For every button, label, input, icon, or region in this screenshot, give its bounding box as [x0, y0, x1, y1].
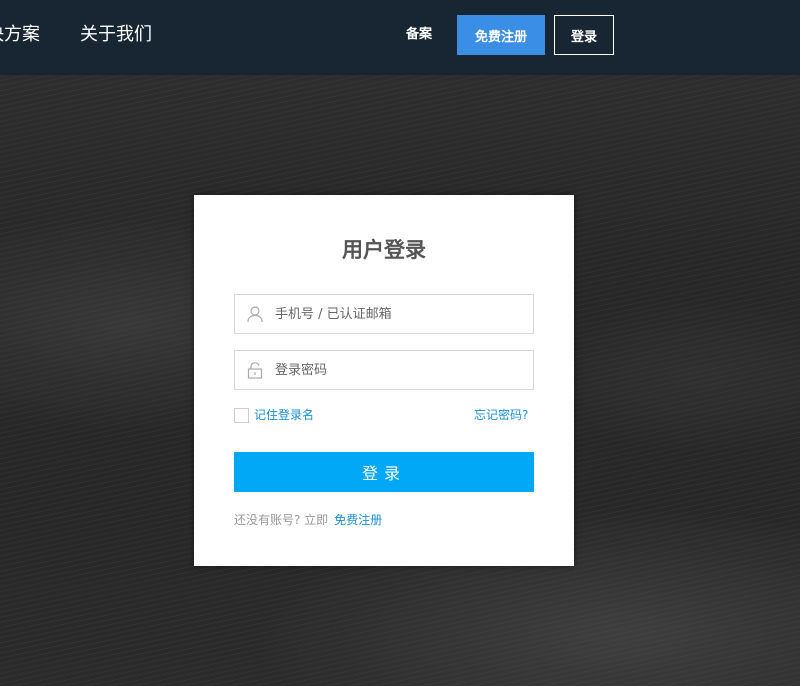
lock-icon	[247, 362, 263, 379]
signup-prompt-text: 还没有账号? 立即	[234, 513, 329, 527]
nav-about-us[interactable]: 关于我们	[80, 22, 152, 48]
beian-link[interactable]: 备案	[406, 25, 432, 45]
free-register-button[interactable]: 免费注册	[457, 15, 545, 55]
login-title: 用户登录	[342, 238, 426, 262]
password-field[interactable]	[234, 350, 534, 390]
top-navigation-bar: 决方案 关于我们 备案 免费注册 登录	[0, 0, 800, 75]
header-login-button[interactable]: 登录	[554, 15, 614, 55]
remember-label[interactable]: 记住登录名	[254, 407, 314, 423]
signup-link[interactable]: 免费注册	[334, 513, 382, 527]
remember-login[interactable]: 记住登录名	[234, 407, 314, 423]
username-field[interactable]	[234, 294, 534, 334]
forgot-password-link[interactable]: 忘记密码?	[474, 407, 528, 423]
signup-prompt: 还没有账号? 立即 免费注册	[234, 512, 382, 528]
username-input[interactable]	[275, 295, 530, 333]
login-submit-button[interactable]: 登录	[234, 452, 534, 492]
nav-solutions[interactable]: 决方案	[0, 22, 40, 48]
user-icon	[247, 306, 263, 323]
remember-checkbox[interactable]	[234, 407, 249, 423]
login-card: 用户登录 记住登录名 忘记密码? 登录 还没有账号? 立即免费注册	[194, 195, 574, 566]
password-input[interactable]	[275, 351, 530, 389]
